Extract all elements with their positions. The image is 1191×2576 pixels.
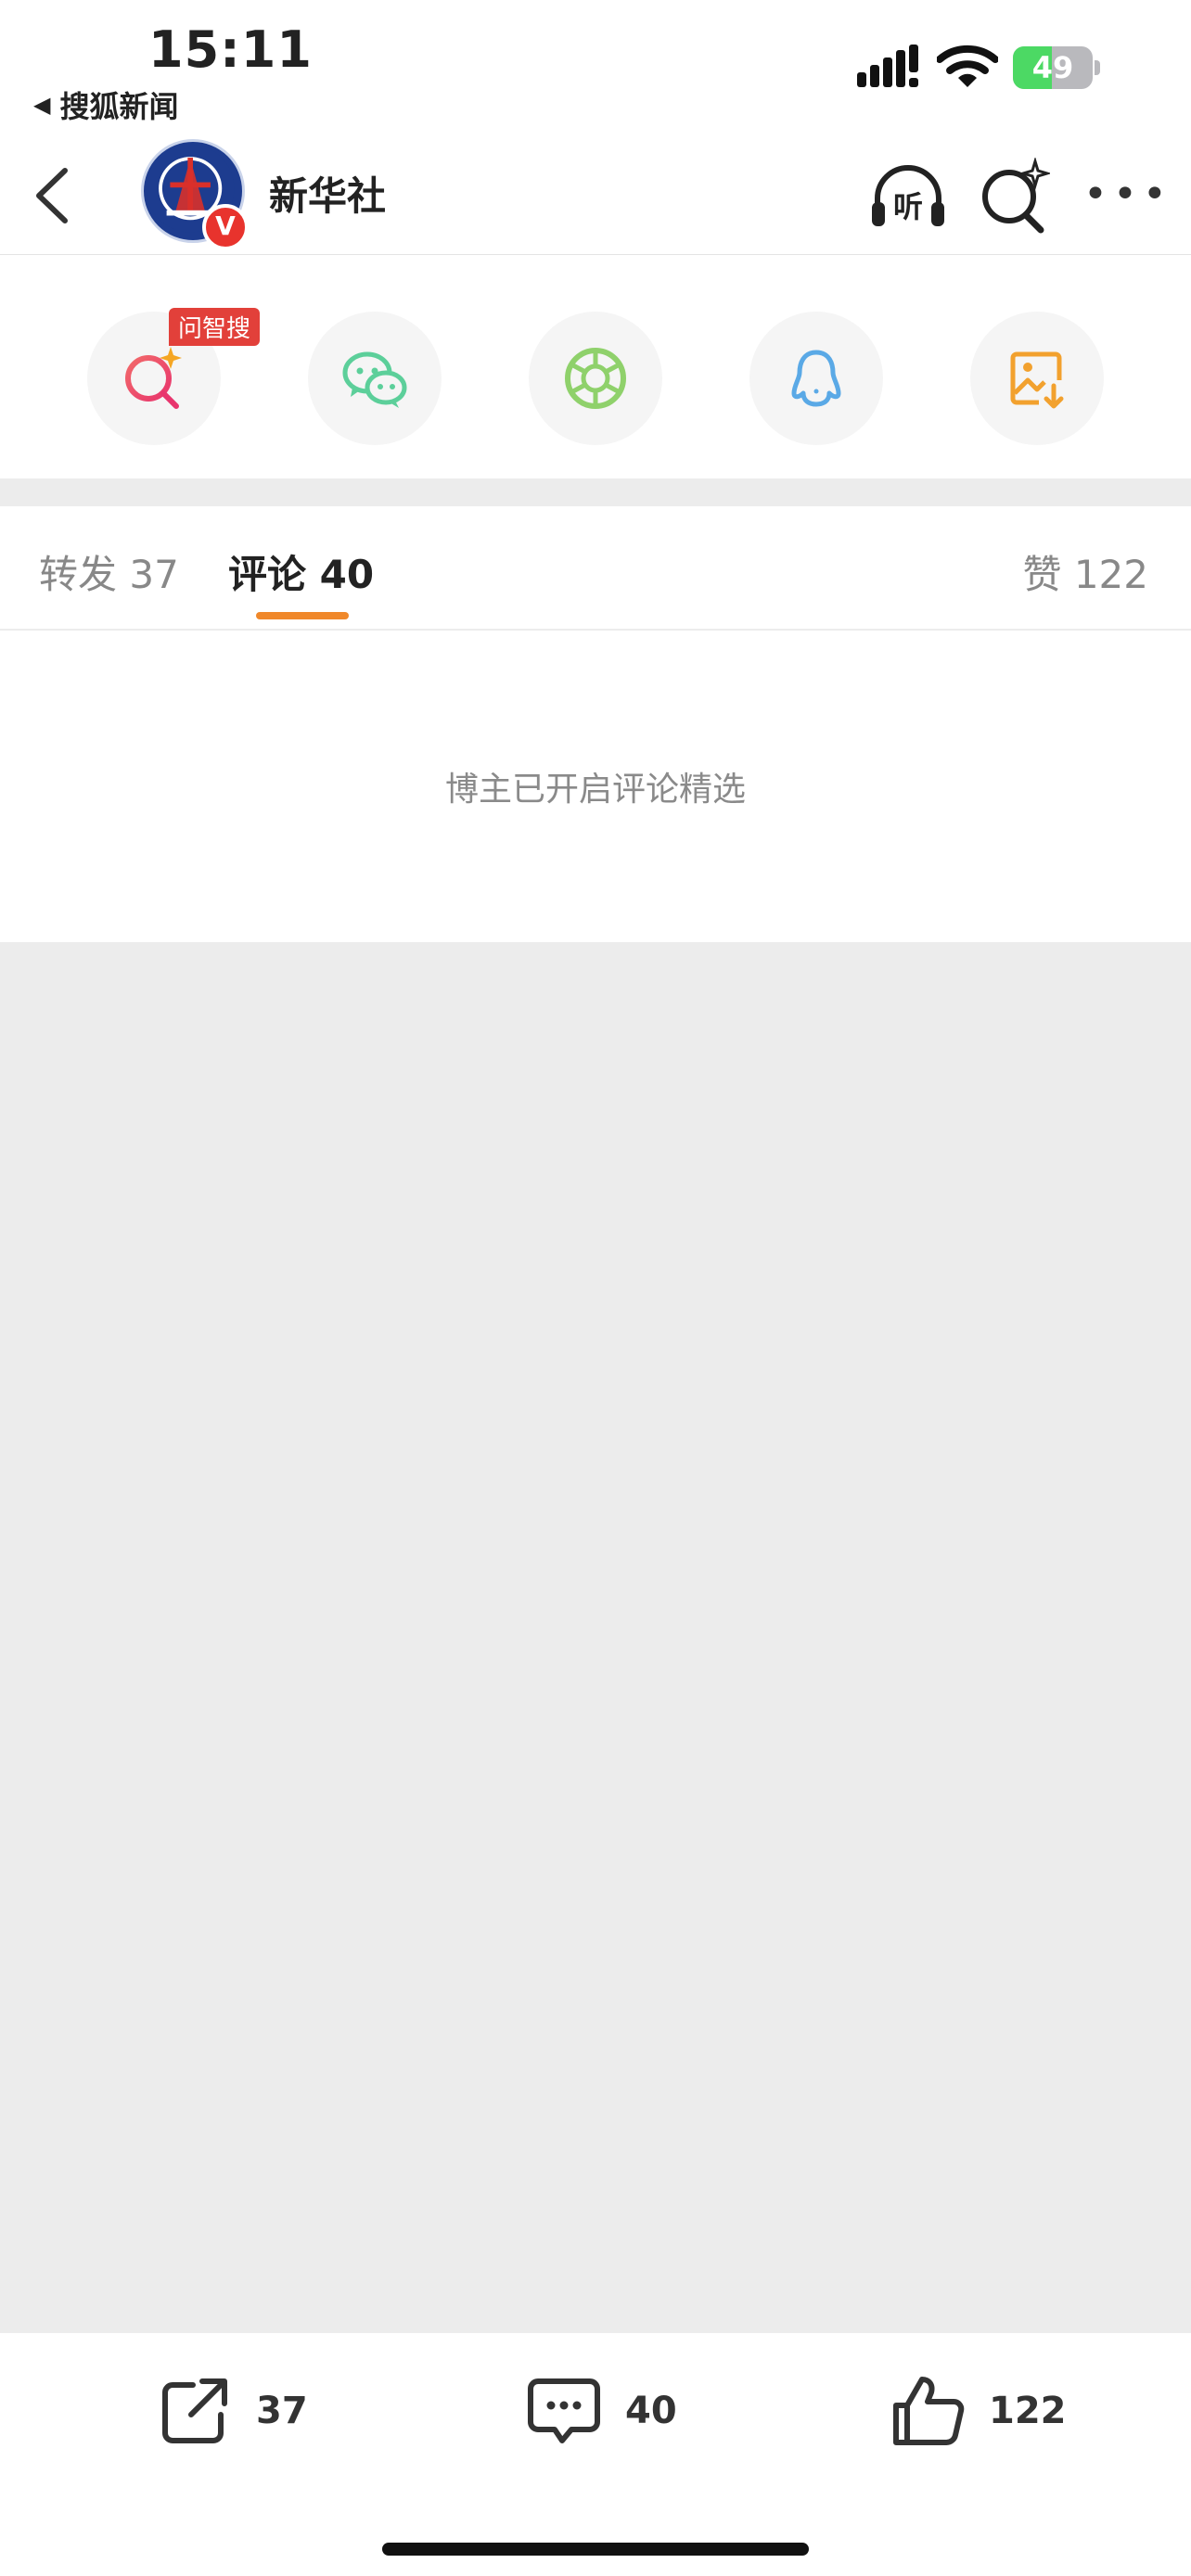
listen-label: 听 xyxy=(893,189,923,224)
active-tab-indicator xyxy=(256,612,349,619)
repost-count: 37 xyxy=(256,2390,308,2432)
more-options-icon[interactable]: ••• xyxy=(1083,174,1167,215)
page-title[interactable]: 新华社 xyxy=(269,165,386,222)
comments-area: 博主已开启评论精选 xyxy=(0,631,1191,942)
cellular-signal-icon xyxy=(857,45,918,87)
save-image-icon xyxy=(1010,351,1064,409)
ai-search-icon xyxy=(125,347,182,409)
ai-search-tag: 问智搜 xyxy=(169,308,261,346)
wifi-icon xyxy=(937,45,998,87)
share-moments-button[interactable] xyxy=(529,312,662,445)
nav-bar: V 新华社 听 ••• xyxy=(0,137,1191,255)
ai-search-icon[interactable] xyxy=(980,158,1050,236)
tab-repost[interactable]: 转发 37 xyxy=(39,543,179,600)
thumbs-up-icon xyxy=(893,2377,965,2445)
battery-icon: 49 xyxy=(1013,46,1100,89)
status-bar: 15:11 ◀ 搜狐新闻 49 xyxy=(0,0,1191,130)
share-row: 问智搜 xyxy=(0,256,1191,478)
back-chevron-icon[interactable] xyxy=(28,161,80,230)
share-wechat-button[interactable] xyxy=(308,312,442,445)
qq-icon xyxy=(791,350,841,407)
tab-comment[interactable]: 评论 40 xyxy=(228,543,374,600)
status-time: 15:11 xyxy=(148,20,313,79)
save-image-button[interactable] xyxy=(970,312,1104,445)
comments-empty-message: 博主已开启评论精选 xyxy=(444,771,746,809)
back-app-label: 搜狐新闻 xyxy=(59,89,179,124)
share-qq-button[interactable] xyxy=(749,312,883,445)
comment-count: 40 xyxy=(625,2390,677,2432)
back-triangle-icon: ◀ xyxy=(33,92,51,118)
home-indicator xyxy=(382,2543,809,2556)
battery-percent: 49 xyxy=(1031,50,1074,85)
listen-headphones-icon[interactable]: 听 xyxy=(868,158,948,236)
verified-badge: V xyxy=(202,204,249,250)
repost-icon xyxy=(162,2378,227,2443)
bottom-action-bar: 37 40 122 xyxy=(0,2333,1191,2576)
comment-tabs: 转发 37 评论 40 赞 122 xyxy=(0,506,1191,631)
comment-button[interactable]: 40 xyxy=(525,2366,677,2455)
repost-button[interactable]: 37 xyxy=(156,2366,308,2455)
moments-icon xyxy=(565,348,626,409)
tab-like[interactable]: 赞 122 xyxy=(1022,543,1148,600)
like-count: 122 xyxy=(989,2390,1067,2432)
comment-icon xyxy=(528,2378,600,2443)
like-button[interactable]: 122 xyxy=(889,2366,1067,2455)
back-to-app-link[interactable]: ◀ 搜狐新闻 xyxy=(33,83,178,126)
wechat-icon xyxy=(342,351,407,408)
